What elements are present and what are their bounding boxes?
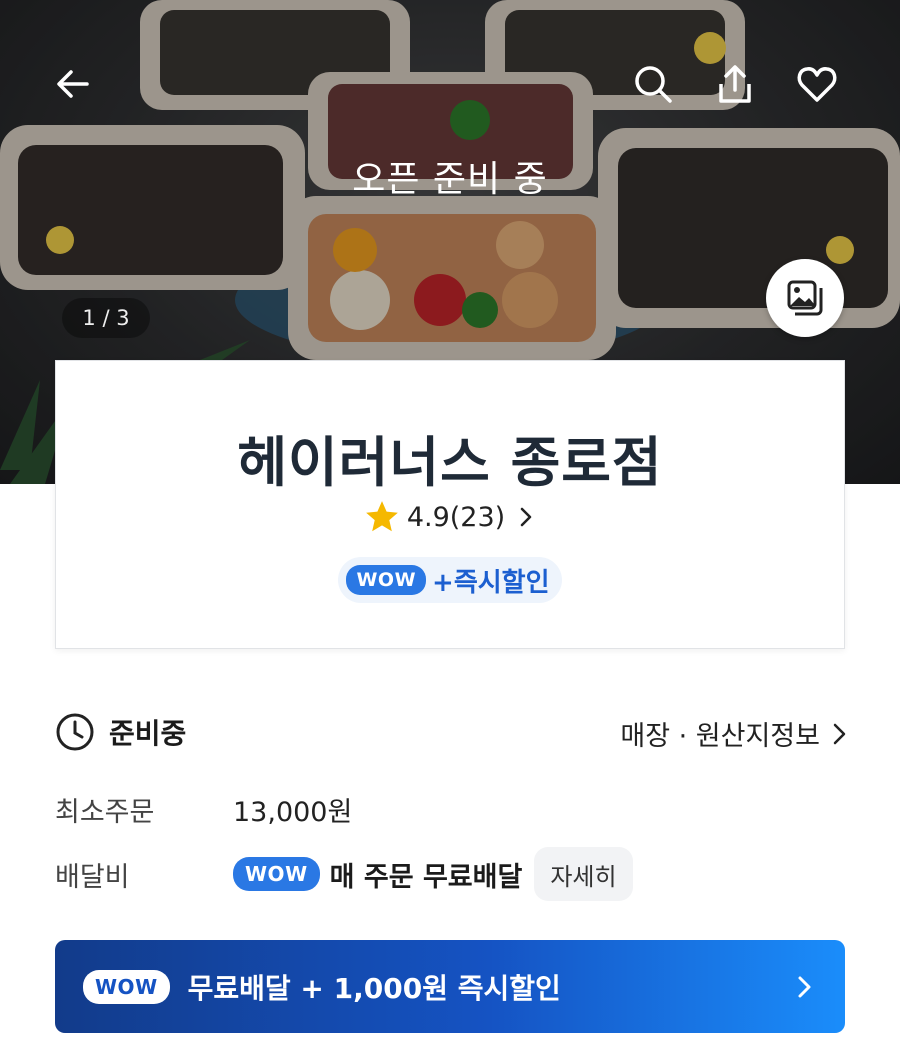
wow-badge: WOW [233, 857, 320, 891]
store-origin-info-label: 매장 · 원산지정보 [620, 721, 820, 752]
chevron-right-icon [798, 976, 811, 997]
wow-discount-text: +즉시할인 [432, 567, 550, 598]
store-info-card: 헤이러너스 종로점 4.9(23) WOW +즉시할인 [55, 360, 845, 649]
chevron-right-icon [520, 507, 532, 527]
heart-icon[interactable] [789, 56, 845, 112]
store-status-overlay: 오픈 준비 중 [352, 159, 548, 200]
back-arrow-icon[interactable] [45, 56, 101, 112]
gallery-icon [787, 280, 823, 316]
clock-icon [56, 713, 94, 751]
share-icon[interactable] [707, 56, 763, 112]
image-pager: 1 / 3 [62, 298, 150, 338]
min-order-value: 13,000원 [233, 797, 353, 828]
delivery-fee-text: 매 주문 무료배달 [329, 861, 523, 893]
wow-badge: WOW [346, 565, 427, 595]
store-origin-info-link[interactable]: 매장 · 원산지정보 [620, 714, 850, 753]
gallery-button[interactable] [766, 259, 844, 337]
chevron-right-icon [833, 723, 846, 744]
store-status: 준비중 [55, 712, 186, 752]
wow-promo-banner[interactable]: WOW 무료배달 + 1,000원 즉시할인 [55, 940, 845, 1033]
delivery-fee-row: 배달비 WOW 매 주문 무료배달 자세히 [55, 846, 633, 902]
status-label: 준비중 [109, 717, 187, 750]
wow-badge: WOW [83, 969, 170, 1004]
search-icon[interactable] [625, 56, 681, 112]
min-order-row: 최소주문 13,000원 [55, 790, 352, 829]
delivery-fee-label: 배달비 [55, 861, 130, 893]
rating-row[interactable]: 4.9(23) [56, 498, 844, 536]
rating-value: 4.9(23) [406, 501, 506, 533]
store-name: 헤이러너스 종로점 [237, 431, 663, 494]
promo-banner-text: 무료배달 + 1,000원 즉시할인 [187, 971, 561, 1005]
detail-button[interactable]: 자세히 [534, 847, 633, 901]
wow-discount-chip: WOW +즉시할인 [338, 557, 562, 603]
min-order-label: 최소주문 [55, 797, 155, 828]
star-icon [365, 501, 398, 532]
